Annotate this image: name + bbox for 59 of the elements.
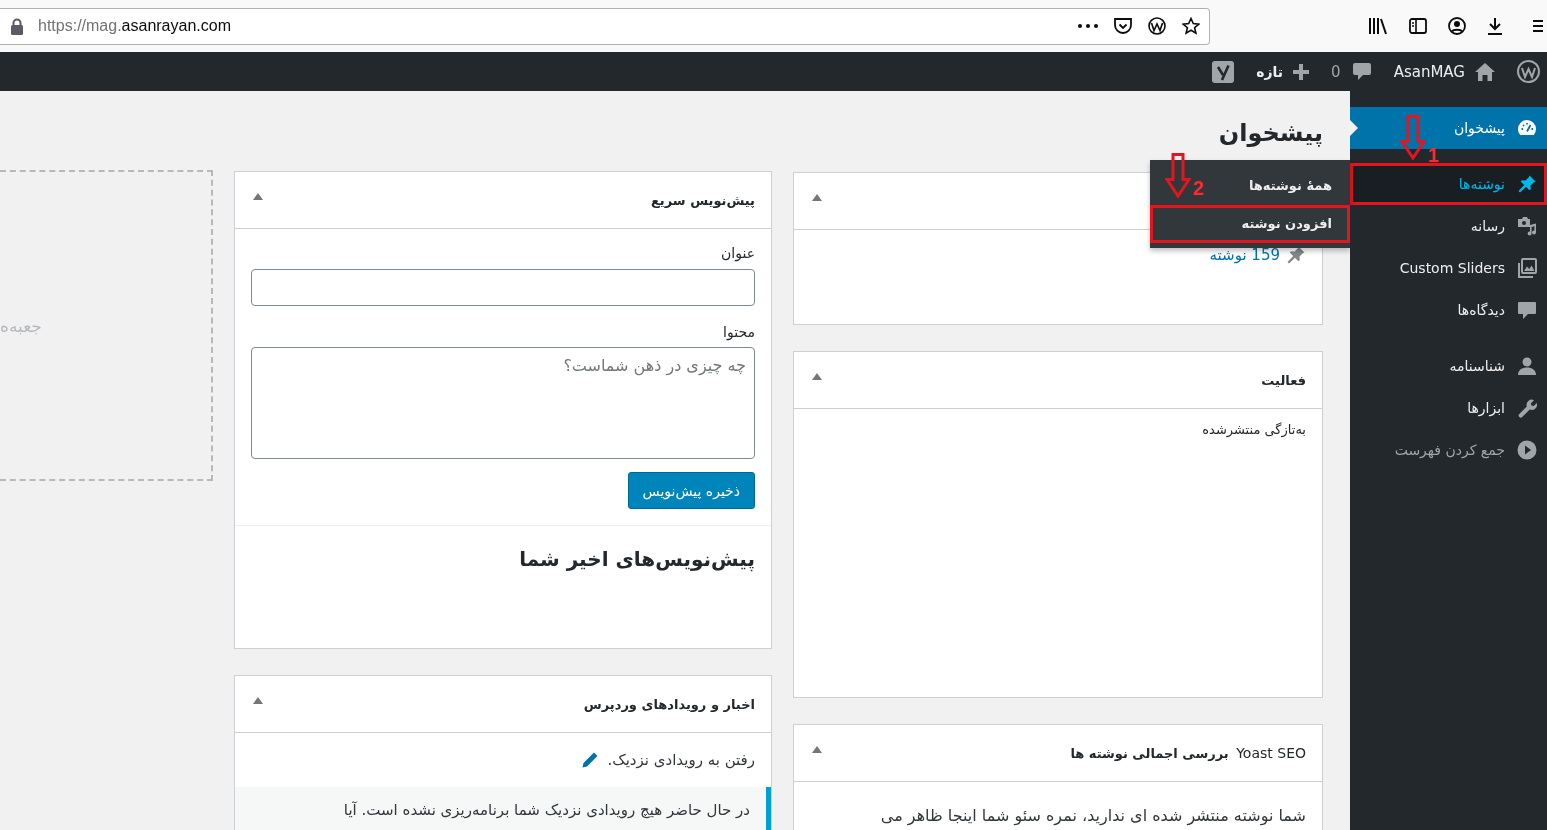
speech-bubble-icon[interactable]	[1352, 63, 1371, 80]
collapse-toggle-icon[interactable]	[812, 745, 822, 753]
sidebar-icon[interactable]	[1409, 18, 1427, 34]
page-title: پیشخوان	[1218, 118, 1323, 149]
download-icon[interactable]	[1487, 17, 1503, 35]
events-link[interactable]: رفتن به رویدادی نزدیک.	[607, 751, 755, 769]
plus-icon[interactable]	[1293, 63, 1310, 80]
more-icon[interactable]	[1078, 24, 1098, 28]
callout-arrow-icon	[1165, 153, 1191, 198]
widget-text: شما نوشته منتشر شده ای ندارید، نمره سئو شما اینجا ظاهر می	[880, 805, 1306, 828]
sidebar-item[interactable]: پیشخوان	[1350, 107, 1547, 149]
plugin-logo-icon[interactable]	[1212, 60, 1235, 83]
content-textarea[interactable]: چه چیزی در ذهن شماست؟	[251, 347, 755, 459]
play-circle-icon	[1517, 440, 1537, 460]
comment-count: 0	[1331, 62, 1341, 81]
home-icon[interactable]	[1475, 62, 1495, 81]
callout-number: 1	[1428, 147, 1440, 163]
pushpin-icon	[1286, 245, 1306, 265]
lock-icon	[10, 17, 24, 35]
address-bar[interactable]: https://mag.asanrayan.com	[0, 7, 1210, 45]
callout-arrow-icon	[1400, 115, 1426, 160]
menu-icon[interactable]	[1533, 19, 1543, 33]
notice-message: در حال حاضر هیچ رویدادی نزدیک شما برنامه‌ریزی نشده است. آیا	[235, 787, 771, 830]
wrench-icon	[1517, 398, 1537, 418]
sidebar-item[interactable]: نوشته‌ها	[1350, 163, 1547, 205]
account-icon[interactable]	[1448, 17, 1466, 35]
section-heading: به‌تازگی منتشرشده	[1202, 421, 1306, 440]
submenu-item[interactable]: همهٔ نوشته‌ها	[1236, 167, 1350, 205]
person-icon	[1517, 356, 1537, 376]
submenu-item[interactable]: افزودن نوشته	[1150, 205, 1350, 243]
collapse-toggle-icon[interactable]	[253, 192, 263, 200]
library-icon[interactable]	[1368, 17, 1388, 35]
callout-number: 2	[1193, 178, 1205, 198]
picture-frame-icon	[1517, 258, 1537, 278]
collapse-toggle-icon[interactable]	[812, 193, 822, 201]
logo-icon[interactable]	[1517, 60, 1540, 83]
section-heading: پیش‌نویس‌های اخیر شما	[519, 546, 755, 572]
collapse-toggle-icon[interactable]	[253, 696, 263, 704]
logo-icon[interactable]	[1148, 17, 1166, 35]
title-input[interactable]	[251, 269, 755, 306]
save-draft-button[interactable]: ذخیره پیش‌نویس	[627, 472, 755, 509]
url-text: https://mag.asanrayan.com	[38, 17, 231, 35]
field-label: محتوا	[723, 323, 755, 342]
pencil-icon[interactable]	[581, 751, 600, 769]
collapse-toggle-icon[interactable]	[812, 372, 822, 380]
widget-title: پیش‌نویس سریع	[651, 192, 755, 208]
widget-title: اخبار و رویدادهای وردپرس	[583, 696, 755, 712]
widget-title: فعالیت	[1261, 372, 1306, 388]
camera-note-icon	[1517, 216, 1537, 236]
new-content-link[interactable]: تازه	[1256, 63, 1284, 80]
speech-bubble-icon	[1517, 300, 1537, 320]
shield-chevron-icon[interactable]	[1114, 17, 1132, 35]
field-label: عنوان	[721, 244, 755, 263]
star-icon[interactable]	[1182, 17, 1200, 35]
pushpin-icon	[1517, 174, 1537, 194]
gauge-icon	[1517, 118, 1537, 138]
site-name-link[interactable]: AsanMAG	[1393, 62, 1465, 81]
post-count-link[interactable]: 159 نوشته	[1209, 242, 1306, 268]
drop-zone-hint: جعبه‌ه	[0, 315, 42, 336]
